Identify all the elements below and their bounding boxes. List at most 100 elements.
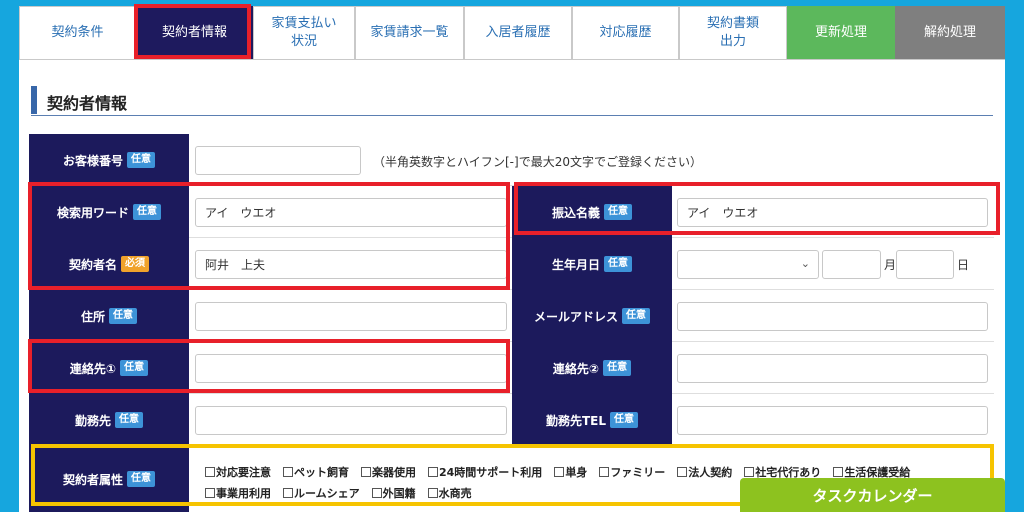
address-input[interactable] (195, 302, 507, 331)
label-address: 住所 任意 (29, 290, 189, 342)
tab-contract-conditions[interactable]: 契約条件 (19, 6, 136, 59)
label-customer-no: お客様番号 任意 (29, 134, 189, 186)
optional-badge: 任意 (109, 308, 137, 324)
label-text: 生年月日 (551, 257, 600, 272)
label-text: 勤務先 (74, 413, 111, 428)
tab-renewal[interactable]: 更新処理 (787, 6, 895, 59)
row-search-transfer: 検索用ワード 任意 アイ ウエオ 振込名義 任意 アイ ウエオ (29, 186, 994, 238)
row-workplace: 勤務先 任意 勤務先TEL 任意 (29, 394, 994, 446)
checkbox-icon[interactable] (205, 487, 215, 498)
attribute-checkbox[interactable]: 水商売 (427, 485, 472, 501)
attribute-label: ファミリー (610, 465, 666, 479)
transfer-name-input[interactable]: アイ ウエオ (677, 198, 988, 227)
label-transfer-name: 振込名義 任意 (512, 186, 672, 238)
task-calendar-button[interactable]: タスクカレンダー (740, 478, 1005, 512)
birth-year-select[interactable]: ⌄ (677, 250, 819, 279)
label-text: 検索用ワード (56, 205, 129, 220)
tab-rent-payment-status[interactable]: 家賃支払い 状況 (253, 6, 355, 59)
customer-no-hint: （半角英数字とハイフン[-]で最大20文字でご登録ください） (373, 155, 702, 169)
checkbox-icon[interactable] (283, 487, 293, 498)
optional-badge: 任意 (603, 360, 632, 376)
label-email: メールアドレス 任意 (512, 290, 672, 342)
section-header: 契約者情報 (31, 86, 993, 116)
checkbox-icon[interactable] (361, 466, 371, 477)
attribute-label: ペット飼育 (294, 465, 349, 479)
attribute-label: ルームシェア (294, 486, 360, 500)
workplace-tel-input[interactable] (677, 406, 988, 435)
birth-month-input[interactable] (822, 250, 881, 279)
month-unit: 月 (884, 258, 897, 272)
email-input[interactable] (677, 302, 988, 331)
tab-rent-billing-list[interactable]: 家賃請求一覧 (355, 6, 464, 59)
attribute-checkbox[interactable]: 法人契約 (677, 464, 732, 480)
label-workplace: 勤務先 任意 (29, 394, 189, 446)
attribute-checkbox[interactable]: ペット飼育 (283, 464, 349, 480)
tab-cancellation[interactable]: 解約処理 (895, 6, 1005, 59)
checkbox-icon[interactable] (744, 466, 755, 477)
section-accent-bar (31, 86, 37, 114)
row-address-email: 住所 任意 メールアドレス 任意 (29, 290, 994, 342)
attribute-label: 事業用利用 (216, 486, 271, 500)
attribute-checkbox[interactable]: ファミリー (599, 464, 665, 480)
contractor-name-input[interactable]: 阿井 上夫 (195, 250, 507, 279)
label-text: 連絡先① (69, 361, 117, 376)
checkbox-icon[interactable] (554, 466, 565, 477)
checkbox-icon[interactable] (599, 466, 610, 477)
attribute-label: 外国籍 (382, 486, 416, 500)
birth-day-input[interactable] (896, 250, 954, 279)
contact2-input[interactable] (677, 354, 988, 383)
label-text: 契約者名 (68, 257, 117, 272)
attribute-checkbox[interactable]: 24時間サポート利用 (428, 464, 542, 480)
chevron-down-icon: ⌄ (800, 257, 810, 270)
checkbox-icon[interactable] (833, 466, 844, 477)
checkbox-icon[interactable] (205, 466, 215, 477)
search-word-input[interactable]: アイ ウエオ (195, 198, 507, 227)
attribute-checkbox[interactable]: 外国籍 (371, 485, 416, 501)
label-contractor-name: 契約者名 必須 (29, 238, 189, 290)
label-text: 勤務先TEL (545, 413, 607, 428)
checkbox-icon[interactable] (371, 487, 382, 498)
contact1-input[interactable] (195, 354, 507, 383)
optional-badge: 任意 (604, 256, 632, 272)
checkbox-icon[interactable] (677, 466, 688, 477)
attribute-label: 法人契約 (688, 465, 733, 479)
checkbox-icon[interactable] (283, 466, 293, 477)
checkbox-icon[interactable] (427, 487, 438, 498)
contract-panel: 契約条件 契約者情報 家賃支払い 状況 家賃請求一覧 入居者履歴 対応履歴 契約… (19, 6, 1005, 512)
customer-no-input[interactable] (195, 146, 361, 175)
attribute-label: 楽器使用 (372, 465, 416, 479)
tab-bar: 契約条件 契約者情報 家賃支払い 状況 家賃請求一覧 入居者履歴 対応履歴 契約… (19, 6, 1005, 59)
tab-contractor-info[interactable]: 契約者情報 (136, 6, 253, 59)
attribute-checkbox[interactable]: 対応要注意 (205, 464, 271, 480)
attribute-label: 水商売 (438, 486, 472, 500)
attribute-label: 24時間サポート利用 (439, 465, 543, 479)
tab-support-history[interactable]: 対応履歴 (572, 6, 679, 59)
attribute-checkbox[interactable]: 単身 (554, 464, 587, 480)
attribute-checkbox[interactable]: 楽器使用 (361, 464, 416, 480)
row-name-birthday: 契約者名 必須 阿井 上夫 生年月日 任意 ⌄ 月 日 (29, 238, 994, 290)
label-birthday: 生年月日 任意 (512, 238, 672, 290)
tab-resident-history[interactable]: 入居者履歴 (464, 6, 572, 59)
optional-badge: 任意 (120, 360, 149, 376)
attribute-checkbox[interactable]: 事業用利用 (205, 485, 271, 501)
label-text: 契約者属性 (62, 472, 123, 487)
workplace-input[interactable] (195, 406, 507, 435)
checkbox-icon[interactable] (428, 466, 438, 477)
optional-badge: 任意 (127, 152, 155, 168)
tab-contract-docs-output[interactable]: 契約書類 出力 (679, 6, 787, 59)
label-text: 住所 (80, 309, 105, 324)
label-contact1: 連絡先① 任意 (29, 342, 189, 394)
label-text: 連絡先② (552, 361, 600, 376)
label-text: メールアドレス (533, 309, 618, 324)
attribute-label: 対応要注意 (216, 465, 271, 479)
optional-badge: 任意 (604, 204, 632, 220)
section-title: 契約者情報 (47, 94, 128, 113)
optional-badge: 任意 (133, 204, 161, 220)
row-customer-no: お客様番号 任意 （半角英数字とハイフン[-]で最大20文字でご登録ください） (29, 134, 994, 186)
optional-badge: 任意 (610, 412, 639, 428)
attribute-checkbox[interactable]: ルームシェア (283, 485, 360, 501)
row-contacts: 連絡先① 任意 連絡先② 任意 (29, 342, 994, 394)
tab-divider (19, 59, 1005, 60)
label-text: 振込名義 (551, 205, 600, 220)
label-contact2: 連絡先② 任意 (512, 342, 672, 394)
